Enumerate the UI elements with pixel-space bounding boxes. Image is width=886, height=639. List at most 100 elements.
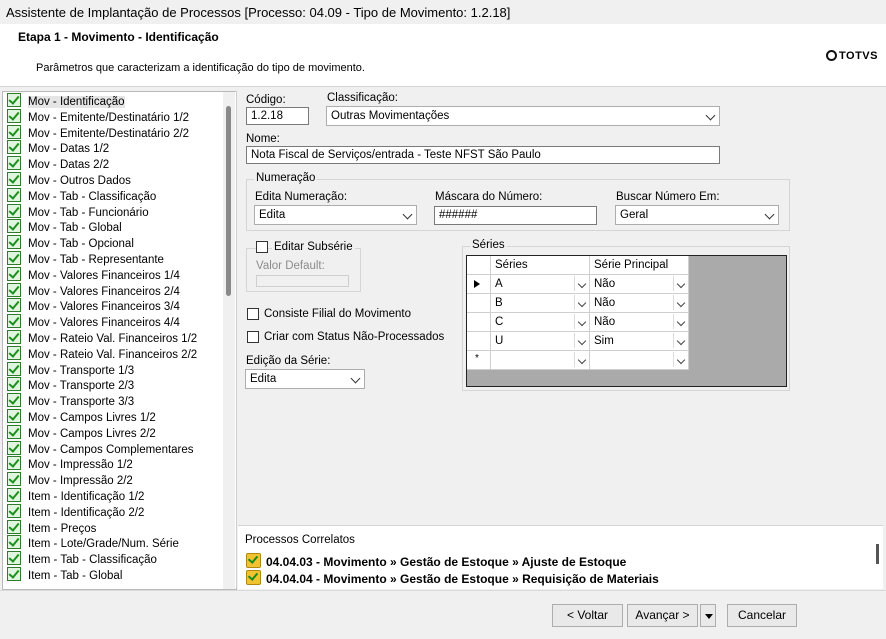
consiste-filial-checkbox[interactable]: [247, 308, 259, 320]
logo-ring-icon: [826, 50, 837, 61]
grid-cell-serie[interactable]: [491, 351, 590, 370]
grid-cell-serie[interactable]: B: [491, 294, 590, 313]
processo-link[interactable]: 04.04.03 - Movimento » Gestão de Estoque…: [246, 553, 626, 569]
processo-link[interactable]: 04.04.04 - Movimento » Gestão de Estoque…: [246, 570, 659, 586]
avancar-button[interactable]: Avançar >: [627, 604, 698, 627]
chevron-down-icon: [350, 373, 361, 384]
tree-scroll-thumb[interactable]: [226, 106, 231, 296]
grid-row-header: [467, 313, 491, 332]
grid-cell-serie[interactable]: A: [491, 275, 590, 294]
tree-item[interactable]: Mov - Emitente/Destinatário 2/2: [7, 124, 189, 141]
checked-icon: [7, 424, 21, 439]
editar-subserie-checkbox[interactable]: [256, 241, 268, 253]
tree-item-label: Mov - Tab - Classificação: [28, 190, 157, 203]
tree-item[interactable]: Mov - Datas 2/2: [7, 156, 109, 172]
chevron-down-icon: [577, 355, 587, 365]
tree-item[interactable]: Mov - Valores Financeiros 3/4: [7, 298, 180, 314]
tree-item[interactable]: Mov - Tab - Global: [7, 219, 122, 235]
dropdown-arrow-icon: [705, 614, 713, 619]
grid-cell-principal[interactable]: Não: [590, 313, 689, 332]
cancelar-button[interactable]: Cancelar: [727, 604, 797, 627]
checked-icon: [7, 298, 21, 313]
avancar-dropdown-button[interactable]: [700, 604, 716, 627]
tree-item-label: Mov - Tab - Funcionário: [28, 206, 149, 219]
tree-item-label: Mov - Impressão 2/2: [28, 475, 133, 488]
grid-corner: [467, 256, 491, 275]
process-check-icon: [246, 553, 261, 568]
tree-item[interactable]: Mov - Rateio Val. Financeiros 1/2: [7, 330, 197, 346]
edita-numeracao-select[interactable]: Edita: [254, 205, 417, 225]
tree-item-label: Mov - Emitente/Destinatário 1/2: [28, 111, 190, 124]
grid-col-serie-principal[interactable]: Série Principal: [590, 256, 689, 275]
tree-item[interactable]: Mov - Valores Financeiros 4/4: [7, 314, 180, 330]
tree-item[interactable]: Mov - Valores Financeiros 2/4: [7, 282, 180, 299]
checked-icon: [7, 488, 21, 502]
mascara-field[interactable]: ######: [434, 206, 597, 225]
checked-icon: [7, 266, 21, 281]
grid-cell-principal[interactable]: Não: [590, 275, 689, 294]
series-grid[interactable]: Séries Série Principal A Não B Não C Não U Sim *: [466, 255, 787, 387]
tree-item[interactable]: Mov - Impressão 2/2: [7, 472, 133, 488]
tree-item[interactable]: Item - Identificação 1/2: [7, 488, 144, 504]
voltar-button[interactable]: < Voltar: [552, 604, 623, 627]
tree-item[interactable]: Mov - Campos Complementares: [7, 440, 194, 457]
grid-cell-principal[interactable]: [590, 351, 689, 370]
window-title: Assistente de Implantação de Processos […: [6, 5, 511, 20]
classificacao-select[interactable]: Outras Movimentações: [326, 106, 720, 126]
tree-item[interactable]: Mov - Tab - Funcionário: [7, 203, 149, 220]
grid-cell-principal[interactable]: Não: [590, 294, 689, 313]
tree-item[interactable]: Mov - Campos Livres 2/2: [7, 424, 156, 441]
tree-item[interactable]: Mov - Transporte 3/3: [7, 393, 134, 409]
tree-item[interactable]: Mov - Outros Dados: [7, 172, 131, 188]
editar-subserie-label: Editar Subsérie: [272, 241, 355, 253]
nome-field[interactable]: Nota Fiscal de Serviços/entrada - Teste …: [246, 146, 720, 164]
tree-item-label: Mov - Campos Complementares: [28, 443, 194, 456]
tree-item[interactable]: Mov - Campos Livres 1/2: [7, 409, 156, 425]
checked-icon: [7, 156, 21, 171]
tree-item[interactable]: Item - Tab - Global: [7, 567, 122, 583]
tree-item[interactable]: Mov - Emitente/Destinatário 1/2: [7, 108, 190, 125]
buscar-select[interactable]: Geral: [615, 205, 779, 225]
step-title: Etapa 1 - Movimento - Identificação: [18, 30, 219, 44]
tree-item[interactable]: Item - Tab - Classificação: [7, 551, 157, 567]
tree-item-label: Mov - Transporte 1/3: [28, 364, 135, 377]
checked-icon: [7, 535, 21, 550]
tree-item[interactable]: Mov - Rateio Val. Financeiros 2/2: [7, 345, 197, 362]
tree-item-label: Mov - Valores Financeiros 2/4: [28, 285, 180, 298]
pane-divider: [236, 91, 237, 588]
grid-cell-principal[interactable]: Sim: [590, 332, 689, 351]
tree-item-label: Item - Identificação 1/2: [28, 491, 145, 503]
tree-item[interactable]: Mov - Tab - Classificação: [7, 187, 157, 204]
tree-item[interactable]: Mov - Tab - Opcional: [7, 235, 134, 251]
processos-scrollbar[interactable]: [876, 544, 879, 564]
consiste-filial-label: Consiste Filial do Movimento: [264, 308, 412, 320]
edita-numeracao-label: Edita Numeração:: [255, 191, 348, 203]
edicao-serie-select[interactable]: Edita: [245, 369, 365, 389]
valor-default-label: Valor Default:: [256, 260, 325, 272]
tree-item[interactable]: Mov - Impressão 1/2: [7, 456, 133, 472]
tree-item[interactable]: Mov - Transporte 2/3: [7, 377, 134, 393]
checked-icon: [7, 251, 21, 265]
tree-item[interactable]: Mov - Valores Financeiros 1/4: [7, 266, 180, 283]
tree-item[interactable]: Item - Preços: [7, 519, 96, 536]
processos-title: Processos Correlatos: [245, 534, 355, 546]
checked-icon: [7, 314, 21, 329]
tree-item[interactable]: Mov - Tab - Representante: [7, 251, 164, 267]
tree-item[interactable]: Mov - Transporte 1/3: [7, 361, 135, 378]
current-row-icon: [474, 280, 480, 288]
tree-item-label: Mov - Valores Financeiros 3/4: [28, 301, 180, 314]
tree-item[interactable]: Mov - Identificação: [7, 93, 125, 109]
tree-item[interactable]: Mov - Datas 1/2: [7, 140, 109, 156]
steps-tree[interactable]: Mov - Identificação Mov - Emitente/Destin…: [2, 91, 237, 590]
grid-cell-serie[interactable]: U: [491, 332, 590, 351]
tree-scrollbar[interactable]: [223, 92, 235, 589]
tree-item[interactable]: Item - Identificação 2/2: [7, 503, 144, 520]
tree-item[interactable]: Item - Lote/Grade/Num. Série: [7, 535, 179, 551]
codigo-field[interactable]: 1.2.18: [246, 107, 309, 125]
grid-cell-serie[interactable]: C: [491, 313, 590, 332]
grid-col-series[interactable]: Séries: [491, 256, 590, 275]
tree-item-label: Mov - Rateio Val. Financeiros 1/2: [28, 333, 198, 345]
criar-status-checkbox[interactable]: [247, 331, 259, 343]
tree-item-label: Mov - Outros Dados: [28, 175, 131, 187]
tree-item-label: Mov - Campos Livres 1/2: [28, 412, 156, 424]
